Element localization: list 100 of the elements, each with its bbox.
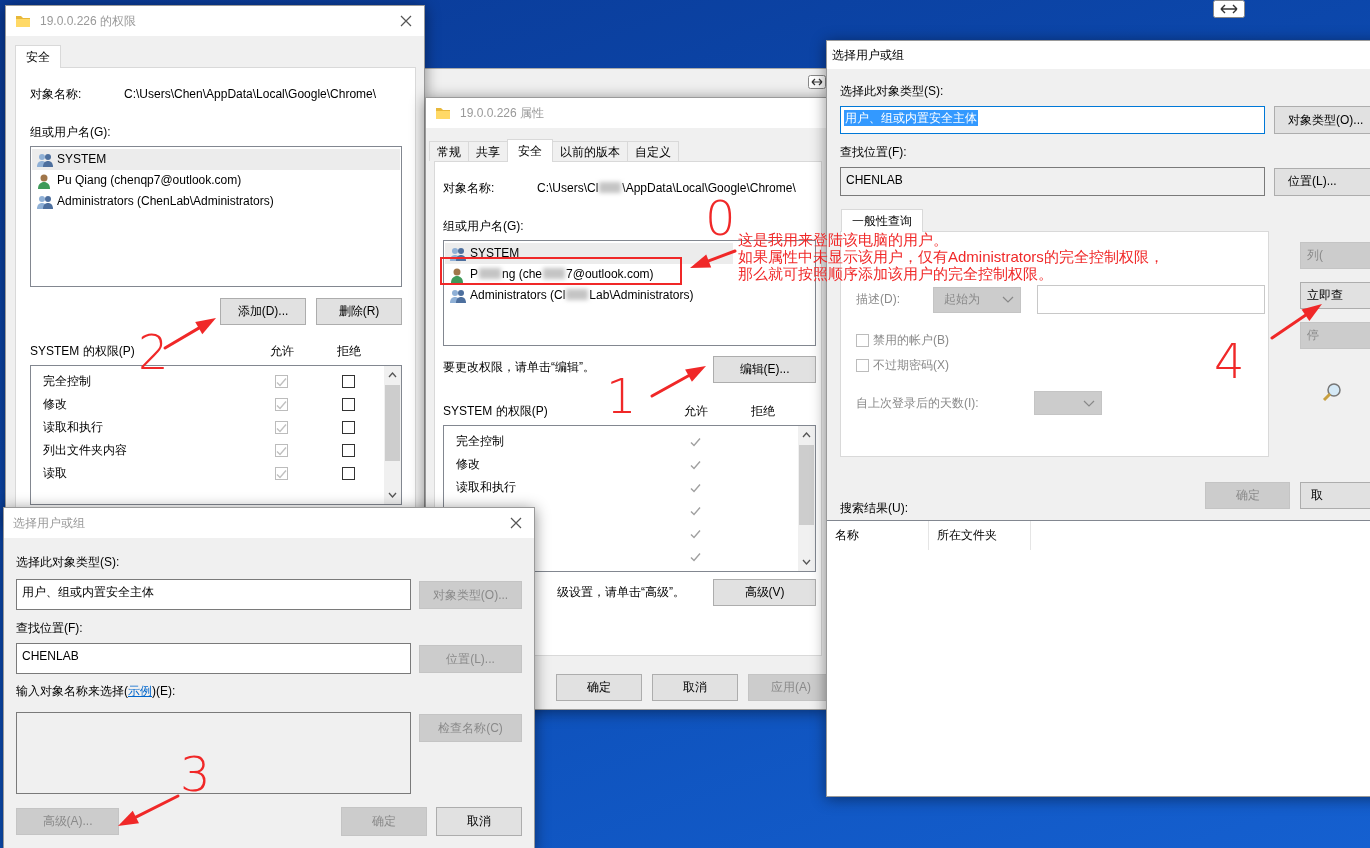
folder-icon — [15, 13, 31, 29]
button[interactable]: 高级(V) — [713, 579, 816, 606]
arrow — [650, 366, 706, 398]
folder-icon — [435, 105, 451, 121]
text-area[interactable] — [16, 712, 411, 794]
column-header: 允许 — [684, 404, 708, 419]
tab[interactable]: 自定义 — [627, 141, 679, 161]
section-label: 搜索结果(U): — [840, 501, 908, 516]
object-path: C:\Users\Chen\AppData\Local\Google\Chrome\ — [124, 87, 377, 102]
button[interactable]: 取消 — [652, 674, 738, 701]
field-label: 查找位置(F): — [840, 145, 907, 159]
resize-icon — [1213, 0, 1245, 18]
step-number: 4 — [1214, 343, 1245, 379]
checkbox-label: 禁用的帐户(B) — [873, 333, 949, 348]
checkbox-label: 不过期密码(X) — [873, 358, 949, 373]
field-label: 选择此对象类型(S): — [840, 84, 944, 98]
permission-name: 读取和执行 — [456, 480, 516, 495]
button[interactable]: 立即查 — [1300, 282, 1370, 309]
button[interactable]: 编辑(E)... — [713, 356, 816, 383]
checkbox[interactable] — [856, 334, 869, 347]
field-label: 描述(D): — [856, 292, 901, 307]
column-header[interactable]: 所在文件夹 — [929, 521, 1031, 550]
tab[interactable]: 安全 — [507, 139, 553, 162]
tab[interactable]: 常规 — [429, 141, 469, 161]
permission-name: 完全控制 — [456, 434, 504, 449]
step-number: 1 — [606, 378, 637, 414]
column-header[interactable]: 名称 — [827, 521, 929, 550]
checkbox[interactable] — [274, 444, 288, 457]
group-icon — [36, 151, 54, 168]
checkbox[interactable] — [341, 375, 355, 388]
arrow — [690, 249, 737, 268]
step-number: 2 — [138, 334, 169, 370]
tab[interactable]: 以前的版本 — [552, 141, 628, 161]
field-label: 输入对象名称来选择(示例)(E): — [16, 684, 176, 698]
tab[interactable]: 共享 — [468, 141, 508, 161]
arrow — [118, 794, 180, 826]
window-title: 19.0.0.226 属性 — [460, 105, 546, 121]
list-item[interactable]: Administrators (Cl Lab\Administrators) — [445, 285, 733, 306]
chevron-icon — [1002, 296, 1014, 303]
column-header: 拒绝 — [337, 344, 361, 359]
section-label: SYSTEM 的权限(P) — [30, 344, 135, 359]
checkbox[interactable] — [341, 421, 355, 434]
text-field[interactable] — [1037, 285, 1265, 314]
field-label: 选择此对象类型(S): — [16, 555, 120, 569]
button[interactable]: 添加(D)... — [220, 298, 306, 325]
permission-name: 列出文件夹内容 — [43, 443, 127, 458]
group-icon — [449, 245, 467, 262]
list-item[interactable]: P ng (che 7@outlook.com) — [445, 264, 733, 285]
step-number: 0 — [705, 200, 736, 236]
window-title: 选择用户或组 — [832, 47, 905, 63]
step-number: 3 — [180, 756, 211, 792]
button[interactable]: 删除(R) — [316, 298, 402, 325]
tab[interactable]: 一般性查询 — [841, 209, 923, 232]
permission-name: 完全控制 — [43, 374, 91, 389]
chevron-icon — [1083, 399, 1095, 407]
close-icon[interactable] — [510, 517, 522, 529]
checkbox[interactable] — [274, 398, 288, 411]
object-path: C:\Users\Cl \AppData\Local\Google\Chrome\ — [537, 181, 796, 196]
group-icon — [36, 193, 54, 210]
dropdown[interactable] — [1034, 391, 1102, 415]
group-icon — [449, 287, 467, 304]
link[interactable]: 示例 — [128, 684, 152, 698]
button[interactable]: 取 — [1300, 482, 1370, 509]
button[interactable]: 确定 — [556, 674, 642, 701]
close-icon[interactable] — [400, 15, 412, 27]
field-label: 组或用户名(G): — [30, 125, 111, 139]
search-icon — [1322, 382, 1342, 402]
button[interactable]: 对象类型(O)... — [1274, 106, 1370, 134]
selected-text: 用户、组或内置安全主体 — [844, 110, 978, 126]
checkbox[interactable] — [274, 421, 288, 434]
list-item[interactable]: Administrators (ChenLab\Administrators) — [32, 191, 400, 212]
section-label: SYSTEM 的权限(P) — [443, 404, 548, 419]
column-header: 允许 — [270, 344, 294, 359]
window-title: 19.0.0.226 的权限 — [40, 13, 138, 29]
list-item[interactable]: SYSTEM — [32, 149, 400, 170]
checkbox[interactable] — [856, 359, 869, 372]
hint-text: 要更改权限，请单击“编辑”。 — [443, 360, 595, 375]
tab[interactable]: 安全 — [15, 45, 61, 68]
field-label: 组或用户名(G): — [443, 219, 524, 233]
button[interactable]: 取消 — [436, 807, 522, 836]
checkbox[interactable] — [341, 467, 355, 480]
column-header: 拒绝 — [751, 404, 775, 419]
window-title: 选择用户或组 — [13, 515, 86, 531]
permission-name: 读取和执行 — [43, 420, 103, 435]
checkbox[interactable] — [274, 467, 288, 480]
hint-text: 级设置，请单击“高级”。 — [557, 585, 685, 600]
permission-name: 读取 — [43, 466, 67, 481]
arrow — [163, 318, 216, 350]
list-item[interactable]: Pu Qiang (chenqp7@outlook.com) — [32, 170, 400, 191]
resize-icon — [808, 75, 826, 89]
permission-name: 修改 — [456, 457, 480, 472]
field-label: 自上次登录后的天数(I): — [856, 395, 980, 411]
field-label: 对象名称: — [443, 181, 496, 196]
arrow — [1270, 304, 1322, 340]
button[interactable]: 位置(L)... — [1274, 167, 1370, 196]
permission-name: 修改 — [43, 397, 67, 412]
checkbox[interactable] — [341, 398, 355, 411]
field-label: 对象名称: — [30, 87, 83, 102]
checkbox[interactable] — [274, 375, 288, 388]
checkbox[interactable] — [341, 444, 355, 457]
